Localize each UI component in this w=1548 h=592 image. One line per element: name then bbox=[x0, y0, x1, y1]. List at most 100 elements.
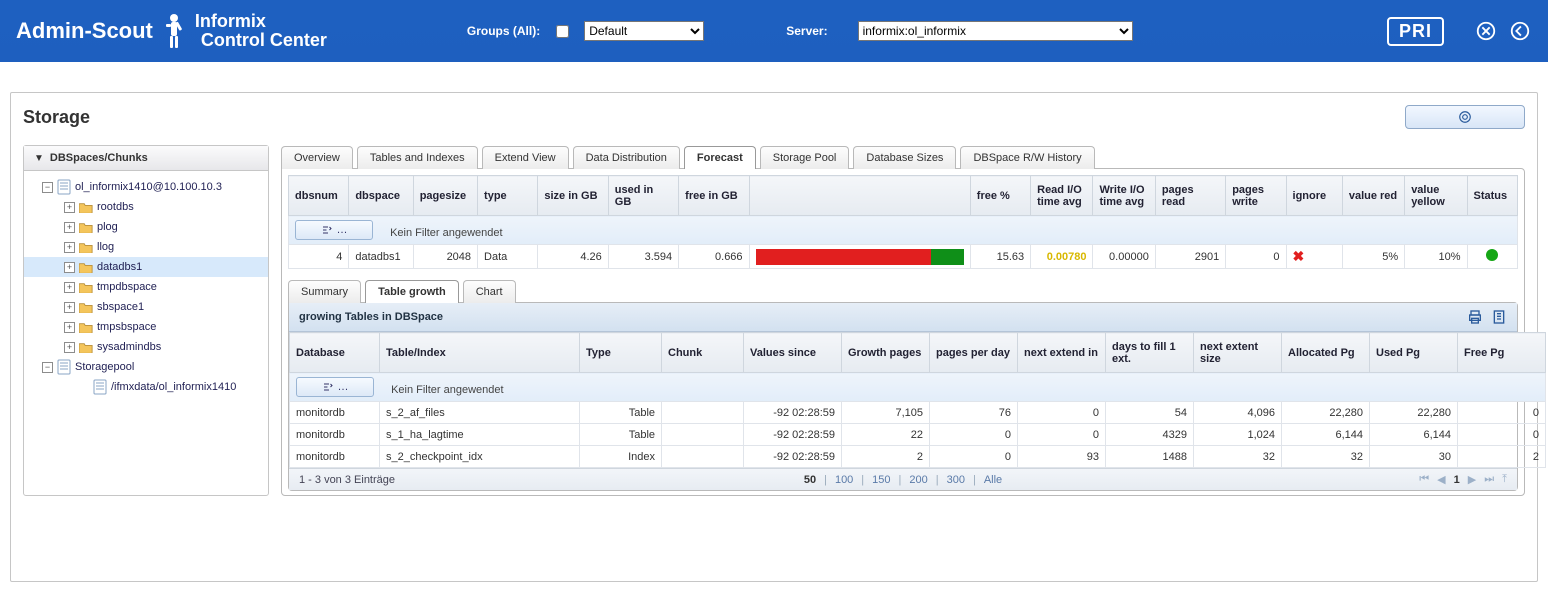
col-header[interactable]: pages per day bbox=[930, 333, 1018, 373]
col-header[interactable]: Type bbox=[580, 333, 662, 373]
help-button[interactable] bbox=[1405, 105, 1525, 129]
tree-node-rootdbs[interactable]: +rootdbs bbox=[24, 197, 268, 217]
next-page-icon[interactable]: ▶ bbox=[1468, 473, 1476, 486]
first-page-icon[interactable]: ⏮ bbox=[1419, 473, 1429, 486]
page-size-option[interactable]: Alle bbox=[984, 474, 1002, 486]
col-header[interactable]: Values since bbox=[744, 333, 842, 373]
col-header[interactable]: next extend in bbox=[1018, 333, 1106, 373]
col-header[interactable]: value red bbox=[1342, 176, 1404, 216]
tab-database-sizes[interactable]: Database Sizes bbox=[853, 146, 956, 169]
sidebar-header[interactable]: ▼ DBSpaces/Chunks bbox=[24, 146, 268, 171]
subtab-chart[interactable]: Chart bbox=[463, 280, 516, 303]
growth-filter-button[interactable]: … bbox=[296, 377, 374, 397]
tab-data-distribution[interactable]: Data Distribution bbox=[573, 146, 680, 169]
page-size-option[interactable]: 300 bbox=[947, 474, 965, 486]
pager-up-icon[interactable]: ⤒ bbox=[1502, 473, 1507, 486]
brand-logo-icon bbox=[159, 11, 189, 51]
last-page-icon[interactable]: ⏭ bbox=[1484, 473, 1494, 486]
col-header[interactable]: pages write bbox=[1226, 176, 1286, 216]
tree-node-sysadmindbs[interactable]: +sysadmindbs bbox=[24, 337, 268, 357]
print-icon[interactable] bbox=[1467, 309, 1483, 325]
col-header[interactable]: dbspace bbox=[349, 176, 413, 216]
collapse-icon[interactable]: − bbox=[42, 182, 53, 193]
folder-icon bbox=[79, 340, 93, 354]
tab-extend-view[interactable]: Extend View bbox=[482, 146, 569, 169]
expand-icon[interactable]: + bbox=[64, 322, 75, 333]
page-head: Storage bbox=[23, 105, 1525, 129]
dbspace-filter-button[interactable]: … bbox=[295, 220, 373, 240]
col-header[interactable]: free % bbox=[970, 176, 1030, 216]
col-header[interactable]: size in GB bbox=[538, 176, 608, 216]
groups-label: Groups (All): bbox=[467, 24, 540, 38]
col-header[interactable]: next extent size bbox=[1194, 333, 1282, 373]
tree-node--ifmxdata-ol-informix1410[interactable]: /ifmxdata/ol_informix1410 bbox=[24, 377, 268, 397]
tab-overview[interactable]: Overview bbox=[281, 146, 353, 169]
expand-icon[interactable]: + bbox=[64, 342, 75, 353]
brand-sub: Informix Control Center bbox=[195, 12, 327, 50]
expand-icon[interactable]: + bbox=[64, 222, 75, 233]
cell: ✖ bbox=[1286, 245, 1342, 269]
tree-node-plog[interactable]: +plog bbox=[24, 217, 268, 237]
document-icon bbox=[57, 360, 71, 374]
table-row[interactable]: monitordbs_2_af_filesTable-92 02:28:597,… bbox=[290, 402, 1546, 424]
col-header[interactable]: used in GB bbox=[608, 176, 678, 216]
subtab-summary[interactable]: Summary bbox=[288, 280, 361, 303]
expand-icon[interactable]: + bbox=[64, 202, 75, 213]
col-header[interactable]: type bbox=[478, 176, 538, 216]
back-icon[interactable] bbox=[1508, 19, 1532, 43]
col-header[interactable]: Status bbox=[1467, 176, 1517, 216]
tab-forecast[interactable]: Forecast bbox=[684, 146, 756, 169]
table-row[interactable]: monitordbs_2_checkpoint_idxIndex-92 02:2… bbox=[290, 446, 1546, 468]
subtab-table-growth[interactable]: Table growth bbox=[365, 280, 459, 303]
collapse-icon[interactable]: − bbox=[42, 362, 53, 373]
tab-storage-pool[interactable]: Storage Pool bbox=[760, 146, 850, 169]
expand-icon[interactable]: + bbox=[64, 302, 75, 313]
page-size-option[interactable]: 100 bbox=[835, 474, 853, 486]
tree-node-tmpdbspace[interactable]: +tmpdbspace bbox=[24, 277, 268, 297]
refresh-cancel-icon[interactable] bbox=[1474, 19, 1498, 43]
col-header[interactable]: Allocated Pg bbox=[1282, 333, 1370, 373]
cell: 0 bbox=[1018, 424, 1106, 446]
col-header[interactable]: days to fill 1 ext. bbox=[1106, 333, 1194, 373]
col-header[interactable]: pages read bbox=[1155, 176, 1225, 216]
export-icon[interactable] bbox=[1491, 309, 1507, 325]
col-header[interactable]: value yellow bbox=[1405, 176, 1467, 216]
col-header[interactable]: free in GB bbox=[679, 176, 749, 216]
page-size-option[interactable]: 200 bbox=[909, 474, 927, 486]
tree-node-llog[interactable]: +llog bbox=[24, 237, 268, 257]
groups-checkbox[interactable] bbox=[556, 25, 569, 38]
col-header[interactable]: Database bbox=[290, 333, 380, 373]
cell bbox=[662, 424, 744, 446]
expand-icon[interactable]: + bbox=[64, 242, 75, 253]
col-header[interactable]: Free Pg bbox=[1458, 333, 1546, 373]
tree-node-datadbs1[interactable]: +datadbs1 bbox=[24, 257, 268, 277]
ignore-x-icon[interactable]: ✖ bbox=[1293, 248, 1305, 264]
col-header[interactable]: ignore bbox=[1286, 176, 1342, 216]
col-header[interactable]: Read I/O time avg bbox=[1031, 176, 1093, 216]
col-header[interactable]: Growth pages bbox=[842, 333, 930, 373]
col-header[interactable] bbox=[749, 176, 970, 216]
expand-icon[interactable]: + bbox=[64, 282, 75, 293]
table-row[interactable]: 4datadbs12048Data4.263.5940.66615.630.00… bbox=[289, 245, 1518, 269]
tab-tables-and-indexes[interactable]: Tables and Indexes bbox=[357, 146, 478, 169]
groups-select[interactable]: Default bbox=[584, 21, 704, 41]
tree-node-tmpsbspace[interactable]: +tmpsbspace bbox=[24, 317, 268, 337]
col-header[interactable]: Used Pg bbox=[1370, 333, 1458, 373]
col-header[interactable]: pagesize bbox=[413, 176, 477, 216]
tree-node-ol-informix1410-10-100-10-3[interactable]: −ol_informix1410@10.100.10.3 bbox=[24, 177, 268, 197]
col-header[interactable]: Chunk bbox=[662, 333, 744, 373]
expand-icon[interactable]: + bbox=[64, 262, 75, 273]
table-row[interactable]: monitordbs_1_ha_lagtimeTable-92 02:28:59… bbox=[290, 424, 1546, 446]
page-size-option[interactable]: 50 bbox=[804, 474, 816, 486]
server-select[interactable]: informix:ol_informix bbox=[858, 21, 1133, 41]
tree-node-sbspace1[interactable]: +sbspace1 bbox=[24, 297, 268, 317]
tab-dbspace-r-w-history[interactable]: DBSpace R/W History bbox=[960, 146, 1094, 169]
col-header[interactable]: Table/Index bbox=[380, 333, 580, 373]
col-header[interactable]: dbsnum bbox=[289, 176, 349, 216]
cell: Data bbox=[478, 245, 538, 269]
tree-node-storagepool[interactable]: −Storagepool bbox=[24, 357, 268, 377]
prev-page-icon[interactable]: ◀ bbox=[1437, 473, 1445, 486]
pager-nav: ⏮ ◀ 1 ▶ ⏭ ⤒ bbox=[1419, 473, 1507, 486]
page-size-option[interactable]: 150 bbox=[872, 474, 890, 486]
col-header[interactable]: Write I/O time avg bbox=[1093, 176, 1155, 216]
